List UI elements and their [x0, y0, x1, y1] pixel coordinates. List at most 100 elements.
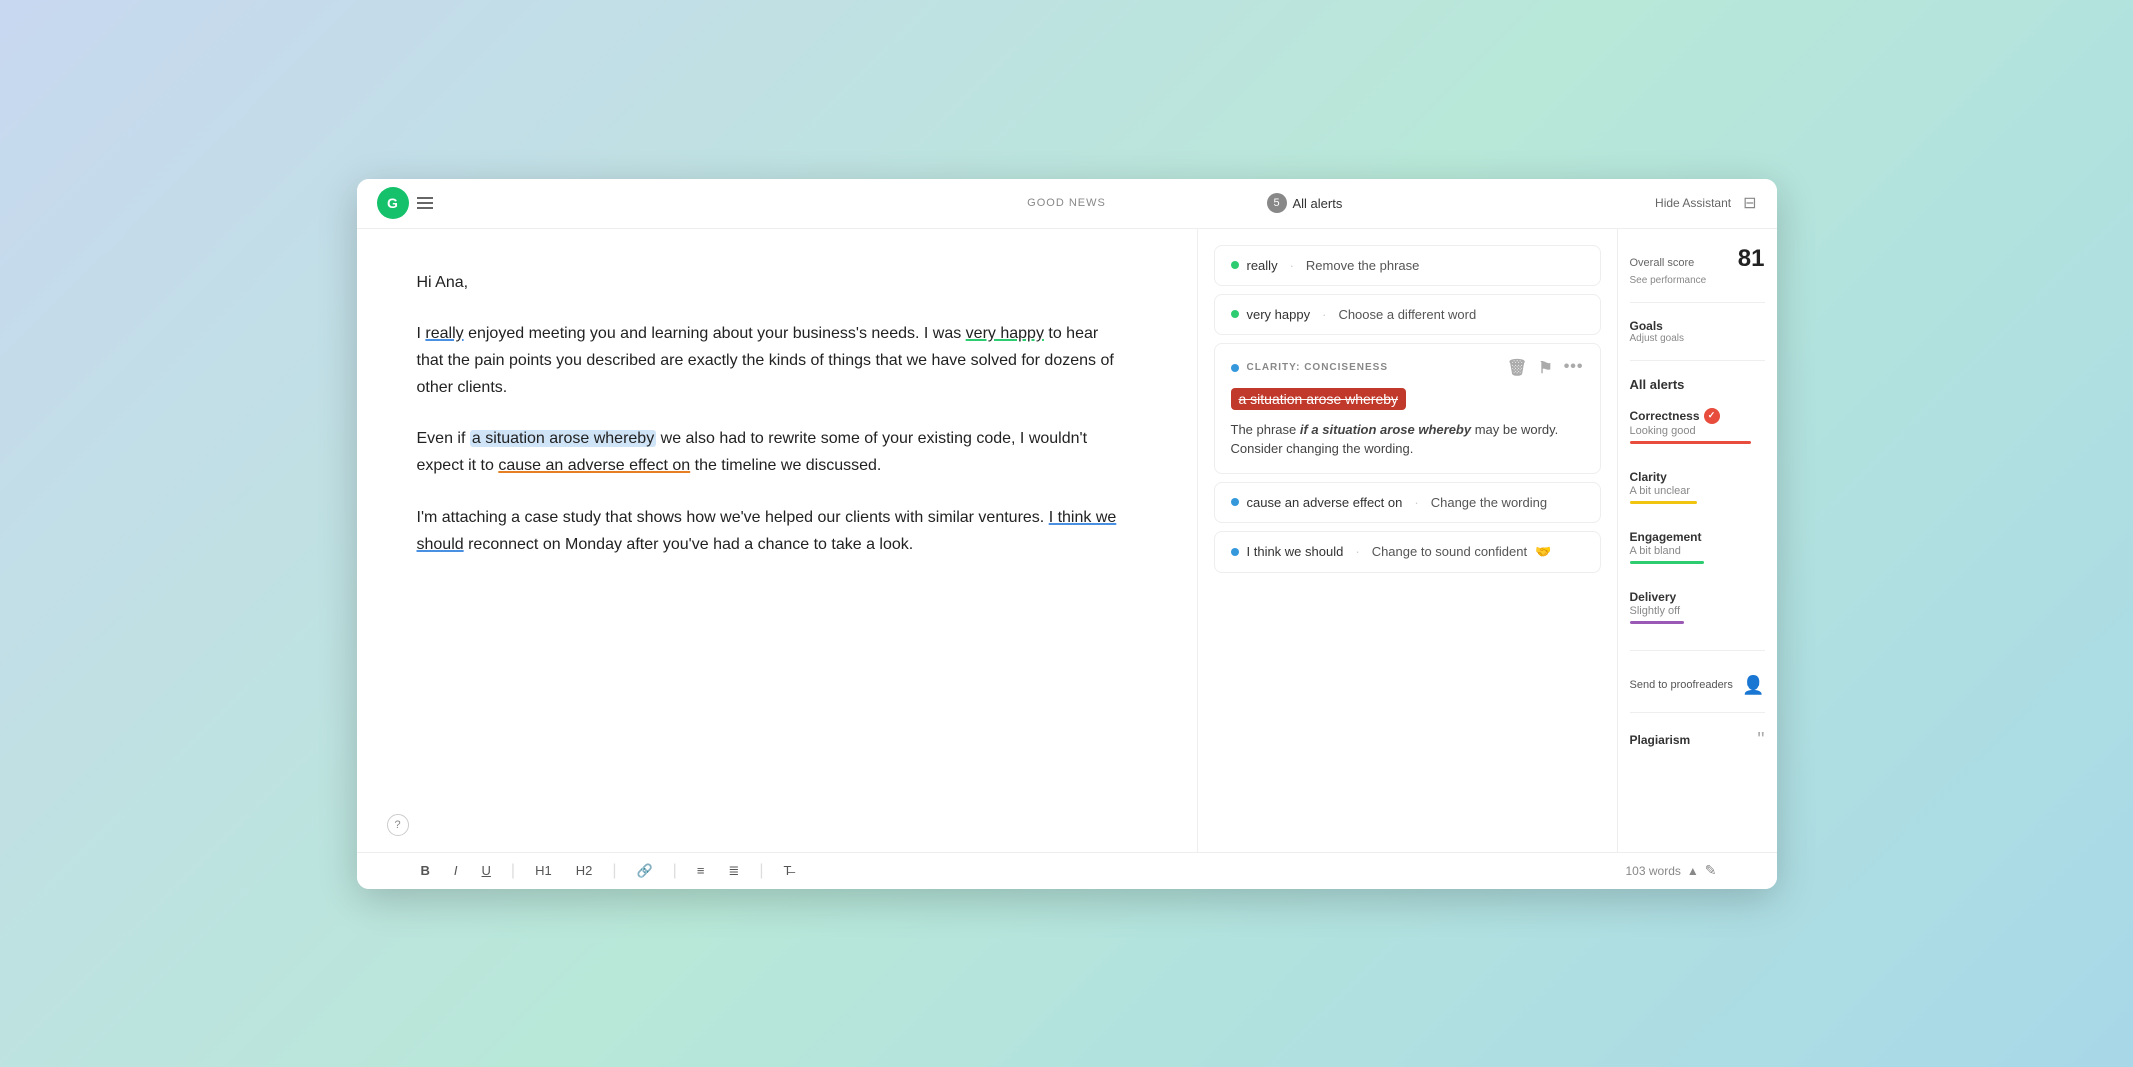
plagiarism-label: Plagiarism — [1630, 733, 1691, 747]
alert-i-think-suggestion: Change to sound confident — [1372, 544, 1527, 559]
clarity-dot — [1231, 364, 1239, 372]
alert-i-think-phrase: I think we should — [1247, 544, 1344, 559]
italic-button[interactable]: I — [450, 861, 462, 880]
ordered-list-button[interactable]: ≡ — [693, 861, 709, 880]
clarity-label: CLARITY: CONCISENESS 🗑 ⚑ ••• — [1231, 358, 1584, 378]
greeting-paragraph: Hi Ana, — [417, 269, 1117, 296]
delivery-sub: Slightly off — [1630, 605, 1765, 617]
alert-dot-blue-3 — [1231, 498, 1239, 506]
logo-area: G — [377, 187, 433, 219]
main-content: Hi Ana, I really enjoyed meeting you and… — [357, 229, 1777, 852]
correctness-label: Correctness ✓ — [1630, 408, 1765, 424]
separator-3: | — [673, 862, 677, 880]
h1-button[interactable]: H1 — [531, 861, 556, 880]
split-view-icon[interactable]: ⊟ — [1743, 193, 1756, 213]
send-proofreaders-label: Send to proofreaders — [1630, 678, 1733, 692]
alert-dot-green-2 — [1231, 310, 1239, 318]
send-proofreaders-section[interactable]: Send to proofreaders 👤 — [1630, 675, 1765, 696]
alert-i-think-we-should[interactable]: I think we should · Change to sound conf… — [1214, 531, 1601, 573]
metric-engagement[interactable]: Engagement A bit bland — [1630, 530, 1765, 564]
goals-section: Goals Adjust goals — [1630, 319, 1765, 344]
top-bar: G GOOD NEWS 5 All alerts Hide Assistant … — [357, 179, 1777, 229]
paragraph-2: Even if a situation arose whereby we als… — [417, 425, 1117, 479]
very-happy-phrase: very happy — [966, 325, 1044, 342]
alert-really-suggestion: Remove the phrase — [1306, 258, 1419, 273]
cause-adverse-phrase: cause an adverse effect on — [498, 457, 690, 474]
alert-very-happy[interactable]: very happy · Choose a different word — [1214, 294, 1601, 335]
flag-icon[interactable]: ⚑ — [1538, 358, 1553, 378]
metric-correctness[interactable]: Correctness ✓ Looking good — [1630, 408, 1765, 444]
engagement-sub: A bit bland — [1630, 545, 1765, 557]
clear-formatting-button[interactable]: T̶ — [779, 861, 795, 880]
delivery-bar — [1630, 621, 1684, 624]
correctness-sub: Looking good — [1630, 425, 1765, 437]
overall-score-label: Overall score — [1630, 257, 1695, 269]
alert-cause-adverse-suggestion: Change the wording — [1431, 495, 1547, 510]
separator-2: | — [612, 862, 616, 880]
alerts-label: All alerts — [1293, 196, 1343, 211]
delivery-label: Delivery — [1630, 590, 1765, 604]
separator-1: | — [511, 862, 515, 880]
word-count-text: 103 words — [1626, 864, 1681, 878]
clarity-bar — [1630, 501, 1698, 504]
alert-very-happy-suggestion: Choose a different word — [1338, 307, 1476, 322]
all-alerts-label: All alerts — [1630, 377, 1765, 392]
unordered-list-button[interactable]: ≣ — [724, 861, 743, 881]
word-count: 103 words ▲ ✎ — [1626, 862, 1717, 879]
alert-very-happy-phrase: very happy — [1247, 307, 1311, 322]
top-bar-right: Hide Assistant ⊟ — [1655, 193, 1756, 213]
overall-score-value: 81 — [1738, 245, 1765, 273]
alerts-badge: 5 — [1267, 193, 1287, 213]
quote-icon: " — [1757, 729, 1764, 752]
underline-button[interactable]: U — [478, 861, 495, 880]
doc-title: GOOD NEWS — [1027, 197, 1106, 209]
app-window: G GOOD NEWS 5 All alerts Hide Assistant … — [357, 179, 1777, 889]
correctness-bar — [1630, 441, 1752, 444]
hide-assistant-button[interactable]: Hide Assistant — [1655, 196, 1731, 210]
help-button[interactable]: ? — [387, 814, 409, 836]
clarity-description: The phrase if a situation arose whereby … — [1231, 420, 1584, 459]
clarity-metric-sub: A bit unclear — [1630, 485, 1765, 497]
divider-1 — [1630, 302, 1765, 303]
check-icon: ✓ — [1704, 408, 1720, 424]
alerts-panel: really · Remove the phrase very happy · … — [1197, 229, 1617, 852]
grammarly-logo: G — [377, 187, 409, 219]
alert-emoji: 🤝 — [1535, 544, 1551, 560]
toolbar: B I U | H1 H2 | 🔗 | ≡ ≣ | T̶ 103 words ▲… — [357, 852, 1777, 889]
really-phrase: really — [425, 325, 463, 342]
alert-cause-adverse[interactable]: cause an adverse effect on · Change the … — [1214, 482, 1601, 523]
divider-4 — [1630, 712, 1765, 713]
right-panel: Overall score 81 See performance Goals A… — [1617, 229, 1777, 852]
h2-button[interactable]: H2 — [572, 861, 597, 880]
alert-cause-adverse-phrase: cause an adverse effect on — [1247, 495, 1403, 510]
plagiarism-section[interactable]: Plagiarism " — [1630, 729, 1765, 752]
delete-icon[interactable]: 🗑 — [1507, 358, 1528, 378]
metric-delivery[interactable]: Delivery Slightly off — [1630, 590, 1765, 624]
metric-clarity[interactable]: Clarity A bit unclear — [1630, 470, 1765, 504]
editor-area[interactable]: Hi Ana, I really enjoyed meeting you and… — [357, 229, 1197, 852]
divider-3 — [1630, 650, 1765, 651]
word-count-arrow: ▲ — [1687, 864, 1699, 878]
clarity-metric-label: Clarity — [1630, 470, 1765, 484]
alert-really[interactable]: really · Remove the phrase — [1214, 245, 1601, 286]
strikethrough-phrase: a situation arose whereby — [1231, 388, 1407, 410]
link-button[interactable]: 🔗 — [632, 861, 656, 881]
alert-dot-green — [1231, 261, 1239, 269]
adjust-goals-link[interactable]: Adjust goals — [1630, 333, 1765, 344]
divider-2 — [1630, 360, 1765, 361]
editor-text: Hi Ana, I really enjoyed meeting you and… — [417, 269, 1117, 559]
see-performance-link[interactable]: See performance — [1630, 275, 1765, 286]
bold-button[interactable]: B — [417, 861, 434, 880]
clarity-section[interactable]: CLARITY: CONCISENESS 🗑 ⚑ ••• a situation… — [1214, 343, 1601, 474]
hamburger-menu-icon[interactable] — [417, 197, 433, 209]
a-situation-arose-phrase: a situation arose whereby — [470, 430, 656, 447]
separator-4: | — [759, 862, 763, 880]
send-icon[interactable]: 👤 — [1742, 675, 1764, 696]
engagement-bar — [1630, 561, 1704, 564]
score-section: Overall score 81 See performance — [1630, 245, 1765, 286]
pencil-icon[interactable]: ✎ — [1705, 862, 1717, 879]
more-icon[interactable]: ••• — [1564, 358, 1584, 378]
goals-label: Goals — [1630, 319, 1765, 333]
engagement-label: Engagement — [1630, 530, 1765, 544]
paragraph-1: I really enjoyed meeting you and learnin… — [417, 320, 1117, 402]
